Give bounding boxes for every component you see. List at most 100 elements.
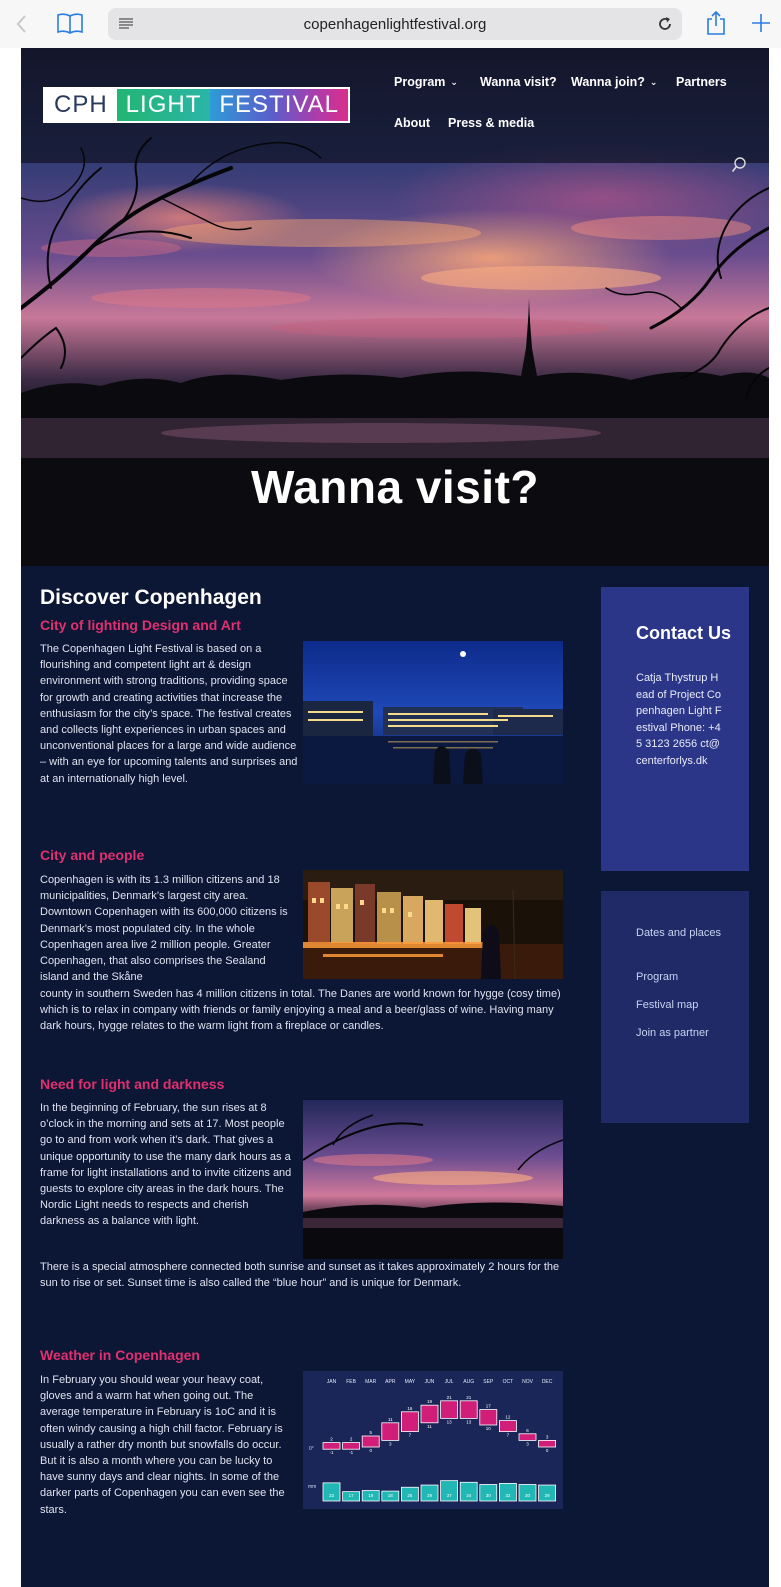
rain-value-label: 30	[486, 1493, 492, 1498]
nav-wanna-visit-label: Wanna visit?	[480, 75, 557, 89]
temp-high-label: 19	[427, 1399, 433, 1404]
temp-high-label: 5	[369, 1430, 372, 1435]
temp-high-label: 21	[466, 1395, 472, 1400]
temp-low-label: 7	[507, 1433, 510, 1438]
rain-value-label: 25	[407, 1493, 413, 1498]
temp-low-label: 3	[526, 1441, 529, 1446]
month-label: FEB	[346, 1379, 356, 1385]
url-text: copenhagenlightfestival.org	[303, 16, 487, 33]
temp-bar	[361, 1435, 380, 1448]
harbour-night-image	[303, 641, 563, 784]
nav-wanna-join[interactable]: Wanna join? ⌄	[571, 75, 657, 89]
address-bar[interactable]: copenhagenlightfestival.org	[108, 8, 682, 40]
section-text-light-darkness-top: In the beginning of February, the sun ri…	[40, 1102, 292, 1228]
rain-value-label: 33	[329, 1493, 335, 1498]
temp-bar	[420, 1404, 439, 1424]
rain-value-label: 17	[349, 1493, 355, 1498]
temp-high-label: 11	[388, 1417, 393, 1422]
chevron-down-icon: ⌄	[649, 77, 658, 87]
month-label: JAN	[327, 1379, 337, 1385]
temp-low-label: 3	[389, 1441, 392, 1446]
contact-details: Catja Thystrup Head of Project Copenhage…	[636, 672, 722, 767]
rain-value-label: 32	[505, 1493, 511, 1498]
section-text-city-people-top: Copenhagen is with its 1.3 million citiz…	[40, 874, 288, 984]
rain-bar	[459, 1481, 478, 1502]
search-icon[interactable]	[731, 156, 747, 174]
month-label: APR	[385, 1379, 396, 1385]
nav-press-media[interactable]: Press & media	[448, 116, 534, 130]
temp-bar	[440, 1400, 459, 1419]
section-title-light-darkness: Need for light and darkness	[40, 1076, 225, 1092]
new-tab-plus-icon[interactable]	[750, 10, 772, 36]
logo-cph: CPH	[45, 89, 117, 121]
section-title-lighting: City of lighting Design and Art	[40, 617, 241, 633]
sidebar-link-program[interactable]: Program	[636, 969, 726, 985]
page-heading: Discover Copenhagen	[40, 586, 262, 609]
rain-value-label: 19	[368, 1493, 374, 1498]
rain-bar	[322, 1482, 341, 1502]
sidebar-link-dates-places[interactable]: Dates and places	[636, 925, 726, 941]
month-label: JUN	[425, 1379, 435, 1385]
month-label: DEC	[542, 1379, 553, 1385]
webpage: CPH LIGHT FESTIVAL Program ⌄ Wanna visit?…	[21, 48, 769, 1587]
month-label: NOV	[522, 1379, 534, 1385]
sidebar-links: Dates and places Program Festival map Jo…	[601, 891, 749, 1123]
section-text-light-darkness-bottom: There is a special atmosphere connected …	[40, 1261, 560, 1290]
temp-high-label: 12	[505, 1415, 511, 1420]
temp-high-label: 2	[350, 1437, 353, 1442]
temp-bar	[518, 1433, 537, 1441]
temp-high-label: 16	[407, 1406, 413, 1411]
nav-about[interactable]: About	[394, 116, 430, 130]
rain-value-label: 37	[447, 1493, 453, 1498]
section-title-city-people: City and people	[40, 847, 145, 863]
weather-chart-svg: 0°mmJAN2-133FEB2-117MAR5019APR11318MAY16…	[308, 1379, 557, 1502]
temp-high-label: 21	[447, 1395, 453, 1400]
month-label: JUL	[445, 1379, 454, 1385]
share-icon[interactable]	[705, 10, 727, 36]
chevron-down-icon: ⌄	[450, 77, 458, 87]
section-text-city-people-bottom: county in southern Sweden has 4 million …	[40, 988, 561, 1033]
nav-wanna-join-label: Wanna join?	[571, 75, 645, 89]
section-title-weather: Weather in Copenhagen	[40, 1347, 200, 1363]
nav-partners[interactable]: Partners	[676, 75, 727, 89]
temp-low-label: 13	[447, 1419, 453, 1424]
photo-nyhavn	[303, 870, 563, 979]
temp-bar	[538, 1440, 557, 1448]
nav-partners-label: Partners	[676, 75, 727, 89]
rain-value-label: 34	[466, 1493, 472, 1498]
month-label: AUG	[463, 1379, 474, 1385]
photo-sunset-lake	[303, 1100, 563, 1259]
temp-bar	[479, 1409, 498, 1426]
temp-bar	[498, 1420, 517, 1432]
site-logo[interactable]: CPH LIGHT FESTIVAL	[43, 87, 350, 123]
sidebar-link-festival-map[interactable]: Festival map	[636, 997, 726, 1013]
rain-value-label: 18	[388, 1493, 394, 1498]
month-label: MAR	[365, 1379, 377, 1385]
nav-wanna-visit[interactable]: Wanna visit?	[480, 75, 557, 89]
temp-high-label: 3	[546, 1434, 549, 1439]
nav-press-media-label: Press & media	[448, 116, 535, 130]
logo-light: LIGHT	[116, 89, 211, 121]
temp-low-label: 13	[466, 1419, 472, 1424]
rain-value-label: 30	[525, 1493, 531, 1498]
sidebar-link-join-partner[interactable]: Join as partner	[636, 1025, 726, 1041]
temp-bar	[322, 1442, 341, 1450]
bookmarks-icon[interactable]	[56, 12, 84, 34]
back-chevron-icon[interactable]	[16, 14, 28, 34]
temp-low-label: -1	[329, 1450, 333, 1455]
temp-high-label: 2	[330, 1437, 333, 1442]
month-label: OCT	[503, 1379, 514, 1385]
month-label: SEP	[483, 1379, 494, 1385]
temp-low-label: 10	[486, 1426, 492, 1431]
rain-value-label: 29	[427, 1493, 433, 1498]
temp-low-label: 11	[427, 1424, 432, 1429]
logo-festival: FESTIVAL	[210, 89, 348, 121]
zero-axis-label: 0°	[309, 1446, 314, 1452]
reload-icon[interactable]	[656, 15, 674, 33]
nav-about-label: About	[394, 116, 431, 130]
photo-harbour-night	[303, 641, 563, 784]
hero-banner: CPH LIGHT FESTIVAL Program ⌄ Wanna visit?…	[21, 48, 769, 566]
nav-program[interactable]: Program ⌄	[394, 75, 458, 89]
browser-toolbar: copenhagenlightfestival.org	[0, 0, 781, 48]
temp-bar	[401, 1411, 419, 1432]
